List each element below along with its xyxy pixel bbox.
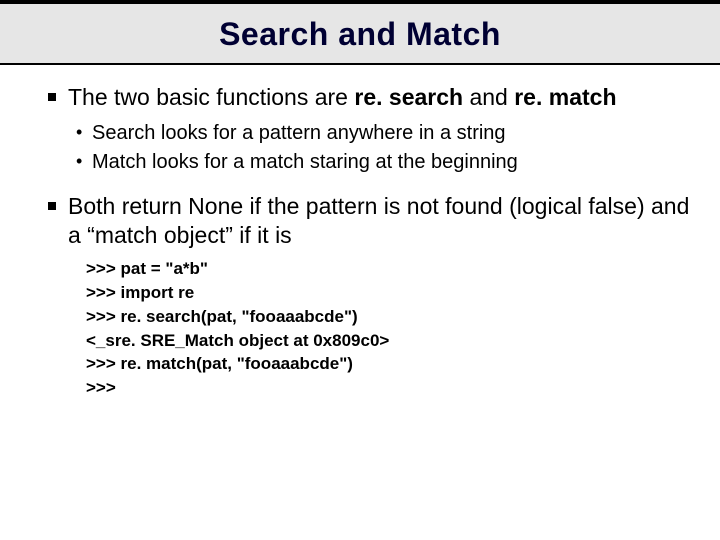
sub-list-1: Search looks for a pattern anywhere in a… [76, 120, 690, 176]
title-bar: Search and Match [0, 0, 720, 65]
content-area: The two basic functions are re. search a… [0, 83, 720, 400]
bullet2-text: Both return None if the pattern is not f… [68, 193, 689, 248]
code-line-0: >>> pat = "a*b" [86, 257, 690, 281]
code-line-5: >>> [86, 376, 690, 400]
bullet1-text-pre: The two basic functions are [68, 84, 354, 110]
slide-title: Search and Match [0, 16, 720, 53]
bullet-main-1: The two basic functions are re. search a… [48, 83, 690, 112]
bullet1-sub1: Search looks for a pattern anywhere in a… [76, 120, 690, 147]
code-line-3: <_sre. SRE_Match object at 0x809c0> [86, 329, 690, 353]
bullet-main-2: Both return None if the pattern is not f… [48, 192, 690, 250]
bullet1-bold1: re. search [354, 84, 463, 110]
bullet1-bold2: re. match [514, 84, 616, 110]
code-line-4: >>> re. match(pat, "fooaaabcde") [86, 352, 690, 376]
code-line-1: >>> import re [86, 281, 690, 305]
code-line-2: >>> re. search(pat, "fooaaabcde") [86, 305, 690, 329]
code-block: >>> pat = "a*b" >>> import re >>> re. se… [86, 257, 690, 400]
bullet1-sub2: Match looks for a match staring at the b… [76, 149, 690, 176]
bullet1-text-mid: and [463, 84, 514, 110]
